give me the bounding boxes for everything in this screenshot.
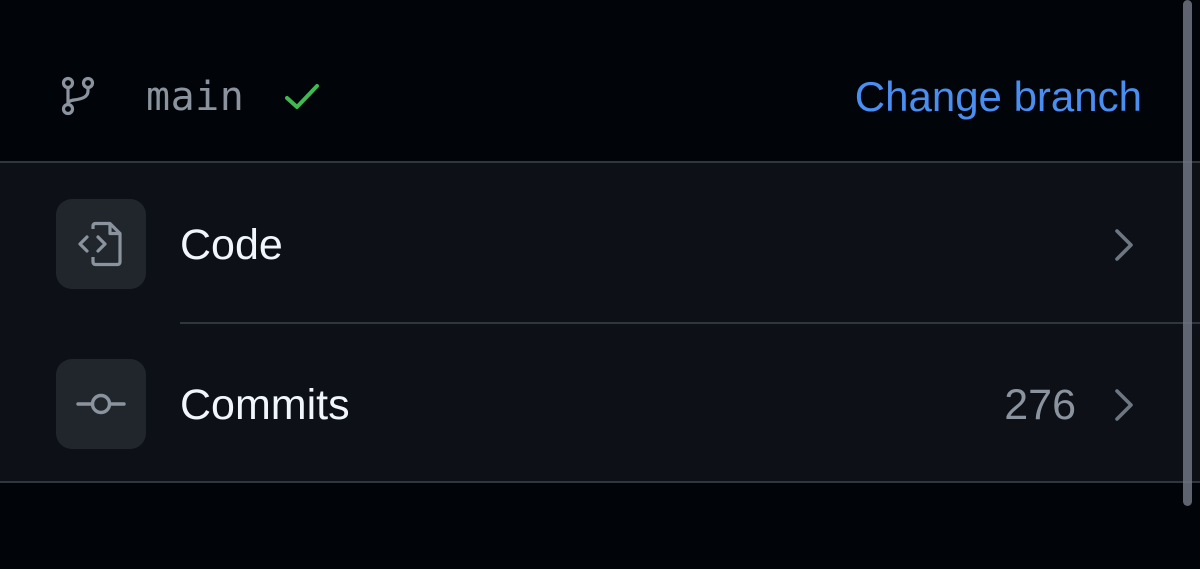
branch-name: main	[146, 74, 245, 120]
icon-tile	[56, 359, 146, 449]
git-commit-icon	[76, 393, 126, 415]
list-item-label: Code	[180, 221, 283, 269]
divider	[0, 481, 1200, 483]
commit-count: 276	[1004, 381, 1076, 429]
scrollbar[interactable]	[1183, 0, 1192, 506]
repo-nav-list: Code Commits 276	[0, 163, 1200, 481]
check-icon	[285, 84, 319, 109]
list-item-label: Commits	[180, 381, 350, 429]
file-code-icon	[78, 221, 122, 267]
chevron-right-icon	[1115, 229, 1133, 261]
branch-bar: main Change branch	[0, 0, 1200, 162]
chevron-right-icon	[1115, 389, 1133, 421]
list-item-code[interactable]: Code	[0, 163, 1200, 322]
git-branch-icon	[61, 76, 95, 116]
list-item-commits[interactable]: Commits 276	[0, 323, 1200, 482]
change-branch-button[interactable]: Change branch	[855, 70, 1142, 124]
icon-tile	[56, 199, 146, 289]
